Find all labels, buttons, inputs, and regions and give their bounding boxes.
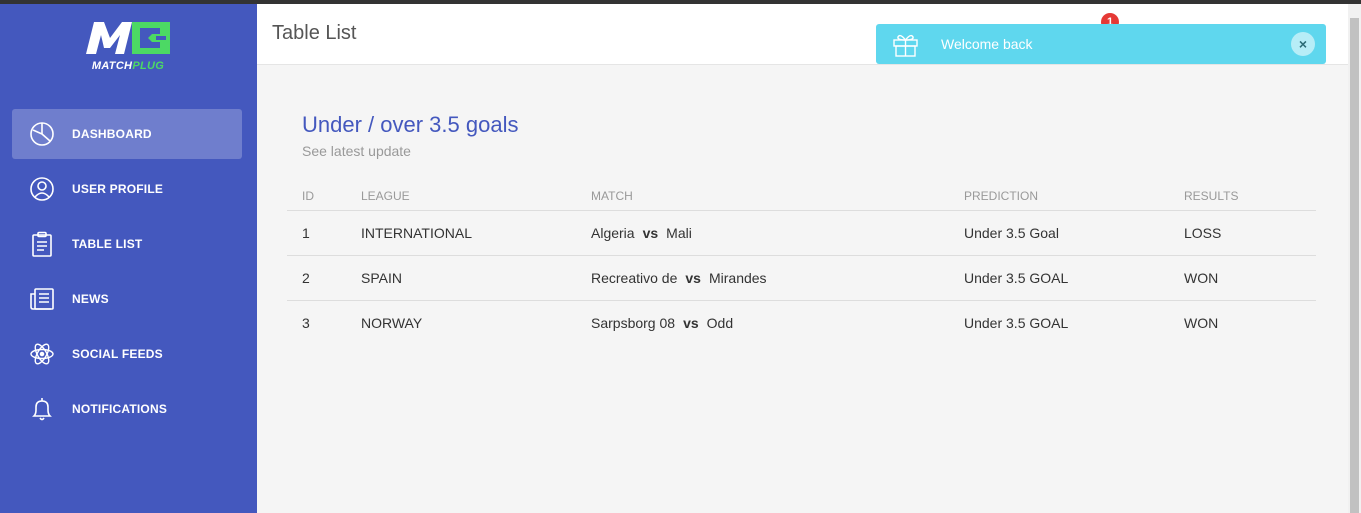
cell-prediction: Under 3.5 Goal <box>964 225 1059 241</box>
column-header-match: MATCH <box>591 189 633 203</box>
sidebar-item-label: DASHBOARD <box>72 127 152 141</box>
sidebar-item-user-profile[interactable]: USER PROFILE <box>12 164 242 214</box>
card-subtitle: See latest update <box>302 143 411 159</box>
predictions-table: ID LEAGUE MATCH PREDICTION RESULTS 1 INT… <box>287 181 1316 346</box>
sidebar-item-label: NOTIFICATIONS <box>72 402 168 416</box>
cell-match: Recreativo de vs Mirandes <box>591 270 767 286</box>
brand-name: MATCHPLUG <box>91 60 165 72</box>
vs-label: vs <box>642 225 659 241</box>
sidebar-item-table-list[interactable]: TABLE LIST <box>12 219 242 269</box>
vs-label: vs <box>683 315 699 331</box>
sidebar-item-label: SOCIAL FEEDS <box>72 347 163 361</box>
cell-match: Sarpsborg 08 vs Odd <box>591 315 733 331</box>
sidebar-item-label: USER PROFILE <box>72 182 164 196</box>
cell-result: WON <box>1184 270 1219 286</box>
toast-message: Welcome back <box>941 36 1033 52</box>
table-header: ID LEAGUE MATCH PREDICTION RESULTS <box>287 181 1316 211</box>
cell-result: LOSS <box>1184 225 1222 241</box>
cell-id: 1 <box>302 225 310 241</box>
sidebar-nav: DASHBOARD USER PROFILE TABLE LIST NEWS S… <box>12 109 242 439</box>
table-row: 2 SPAIN Recreativo de vs Mirandes Under 3.… <box>287 256 1316 301</box>
close-icon[interactable]: × <box>1291 32 1315 56</box>
cell-id: 3 <box>302 315 310 331</box>
sidebar-item-social-feeds[interactable]: SOCIAL FEEDS <box>12 329 242 379</box>
cell-result: WON <box>1184 315 1219 331</box>
column-header-prediction: PREDICTION <box>964 189 1039 203</box>
column-header-league: LEAGUE <box>361 189 410 203</box>
sidebar-item-notifications[interactable]: NOTIFICATIONS <box>12 384 242 434</box>
gift-icon <box>892 31 919 58</box>
user-icon <box>29 176 55 202</box>
sidebar: MATCHPLUG DASHBOARD USER PROFILE TABLE L… <box>0 4 257 513</box>
atom-icon <box>29 341 55 367</box>
cell-prediction: Under 3.5 GOAL <box>964 315 1069 331</box>
welcome-toast: Welcome back × <box>876 24 1326 64</box>
home-team: Sarpsborg 08 <box>591 315 676 331</box>
page-scrollbar[interactable] <box>1348 4 1361 513</box>
page-title: Table List <box>272 22 357 44</box>
home-team: Algeria <box>591 225 635 241</box>
logo-mark-icon <box>86 22 170 54</box>
table-row: 3 NORWAY Sarpsborg 08 vs Odd Under 3.5 GOA… <box>287 301 1316 346</box>
cell-prediction: Under 3.5 GOAL <box>964 270 1069 286</box>
bell-icon <box>29 396 55 422</box>
column-header-results: RESULTS <box>1184 189 1239 203</box>
column-header-id: ID <box>302 189 314 203</box>
table-row: 1 INTERNATIONAL Algeria vs Mali Under 3.5 … <box>287 211 1316 256</box>
scrollbar-thumb[interactable] <box>1350 18 1359 513</box>
sidebar-item-news[interactable]: NEWS <box>12 274 242 324</box>
away-team: Odd <box>706 315 734 331</box>
cell-match: Algeria vs Mali <box>591 225 692 241</box>
newspaper-icon <box>29 286 55 312</box>
browser-top-edge <box>0 0 1361 4</box>
cell-id: 2 <box>302 270 310 286</box>
sidebar-item-dashboard[interactable]: DASHBOARD <box>12 109 242 159</box>
cell-league: INTERNATIONAL <box>361 225 472 241</box>
clipboard-icon <box>29 231 55 257</box>
vs-label: vs <box>685 270 701 286</box>
sidebar-item-label: TABLE LIST <box>72 237 143 251</box>
sidebar-item-label: NEWS <box>72 292 109 306</box>
brand-logo[interactable]: MATCHPLUG <box>82 18 174 74</box>
card-title: Under / over 3.5 goals <box>302 112 519 137</box>
cell-league: NORWAY <box>361 315 423 331</box>
away-team: Mirandes <box>708 270 767 286</box>
home-team: Recreativo de <box>591 270 678 286</box>
cell-league: SPAIN <box>361 270 402 286</box>
pie-chart-icon <box>29 121 55 147</box>
away-team: Mali <box>666 225 692 241</box>
